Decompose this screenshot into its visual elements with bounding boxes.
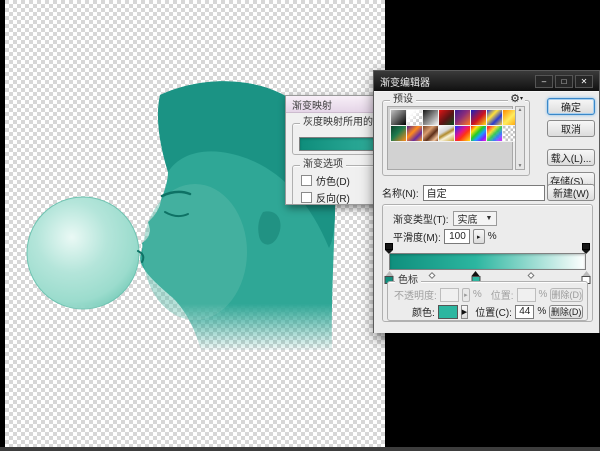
gradient-preset-copper[interactable] — [423, 126, 438, 141]
delete-opacity-button: 删除(D) — [550, 288, 583, 302]
opacity-percent: % — [473, 289, 482, 300]
cancel-button[interactable]: 取消 — [547, 120, 595, 137]
ok-button[interactable]: 确定 — [547, 98, 595, 115]
opacity-label: 不透明度: — [394, 287, 437, 302]
window-bottom-edge — [0, 447, 600, 451]
gradient-preset-foreground-to-background[interactable] — [391, 110, 406, 125]
gradient-map-title: 渐变映射 — [292, 97, 332, 112]
dither-label: 仿色(D) — [316, 173, 350, 188]
dither-checkbox[interactable] — [301, 175, 312, 186]
stops-group: 色标 不透明度: ▸ % 位置: % 删除(D) 颜色: ▶ — [387, 281, 588, 321]
stops-group-label: 色标 — [395, 275, 421, 287]
color-swatch[interactable] — [438, 305, 458, 319]
name-row: 名称(N): 自定 新建(W) — [382, 184, 595, 201]
smoothness-label: 平滑度(M): — [393, 229, 441, 244]
gradient-settings-group: 渐变类型(T): 实底 ▼ 平滑度(M): 100 ▸ % — [382, 204, 593, 322]
location-c-label: 位置(C): — [475, 304, 512, 319]
scroll-down-icon[interactable]: ▼ — [518, 163, 523, 169]
dither-checkbox-row[interactable]: 仿色(D) — [301, 173, 350, 188]
gradient-preset-violet-orange[interactable] — [455, 110, 470, 125]
close-icon[interactable]: ✕ — [575, 75, 593, 88]
scroll-up-icon[interactable]: ▲ — [518, 107, 523, 113]
reverse-label: 反向(R) — [316, 190, 350, 205]
smoothness-spinner-icon[interactable]: ▸ — [473, 229, 485, 244]
presets-scrollbar[interactable]: ▲ ▼ — [515, 106, 525, 170]
gradient-preset-violet-orange-stripe[interactable] — [407, 126, 422, 141]
gradient-preset-blue-yellow-blue[interactable] — [487, 110, 502, 125]
gradient-preset-rainbow[interactable] — [471, 126, 486, 141]
location-input[interactable]: 44 — [515, 305, 534, 319]
dialog-buttons: 确定 取消 载入(L)... 存储(S)... — [547, 98, 595, 189]
delete-color-button[interactable]: 删除(D) — [549, 305, 583, 319]
gradient-preview-bar[interactable] — [389, 253, 586, 270]
smoothness-row: 平滑度(M): 100 ▸ % — [393, 229, 497, 244]
gradient-type-row: 渐变类型(T): 实底 ▼ — [393, 211, 497, 226]
color-flyout-icon[interactable]: ▶ — [461, 305, 469, 319]
gradient-preset-chrome[interactable] — [439, 126, 454, 141]
opacity-stop-row: 不透明度: ▸ % 位置: % 删除(D) — [394, 287, 583, 302]
gradient-editor-title: 渐变编辑器 — [380, 74, 533, 89]
minimize-icon[interactable]: – — [535, 75, 553, 88]
maximize-icon[interactable]: □ — [555, 75, 573, 88]
location-input-disabled — [517, 288, 536, 302]
gradient-type-label: 渐变类型(T): — [393, 211, 449, 226]
face-highlight — [143, 184, 247, 320]
preset-grid — [391, 110, 509, 141]
opacity-input — [440, 288, 459, 302]
color-stop-row: 颜色: ▶ 位置(C): 44 % 删除(D) — [394, 304, 583, 319]
color-label: 颜色: — [412, 304, 435, 319]
gradient-preset-transparent-rainbow[interactable] — [487, 126, 502, 141]
photoshop-workspace: 渐变映射 灰度映射所用的渐变 渐变选项 仿色(D) 反向(R) 渐 — [0, 0, 600, 451]
gradient-preset-spectrum-blue-red-yellow[interactable] — [455, 126, 470, 141]
new-button[interactable]: 新建(W) — [547, 184, 595, 201]
gradient-type-value: 实底 — [458, 211, 478, 226]
location-percent: % — [537, 306, 546, 317]
name-label: 名称(N): — [382, 185, 419, 200]
gradient-preset-black-white[interactable] — [423, 110, 438, 125]
chevron-down-icon: ▼ — [486, 215, 493, 222]
opacity-stops-row[interactable] — [389, 243, 586, 253]
gradient-type-select[interactable]: 实底 ▼ — [453, 211, 498, 226]
photo-layer — [5, 0, 385, 447]
gear-icon[interactable]: ⚙▾ — [508, 93, 525, 106]
reverse-checkbox[interactable] — [301, 192, 312, 203]
document-canvas[interactable] — [5, 0, 385, 447]
midpoint-marker[interactable] — [429, 272, 436, 279]
location-percent-disabled: % — [539, 289, 548, 300]
preset-list — [387, 106, 513, 170]
gradient-editor-titlebar[interactable]: 渐变编辑器 – □ ✕ — [374, 71, 599, 91]
map-options-group-label: 渐变选项 — [300, 159, 346, 171]
presets-group: 预设 ⚙▾ ▲ ▼ — [382, 100, 530, 176]
location-label-disabled: 位置: — [491, 287, 514, 302]
midpoint-marker[interactable] — [527, 272, 534, 279]
gradient-preset-red-green[interactable] — [439, 110, 454, 125]
opacity-spinner-icon: ▸ — [462, 288, 470, 302]
gradient-preset-foreground-to-transparent[interactable] — [407, 110, 422, 125]
smoothness-input[interactable]: 100 — [444, 229, 470, 244]
gradient-editor-dialog: 渐变编辑器 – □ ✕ 预设 ⚙▾ ▲ ▼ 确定 取消 — [373, 70, 600, 333]
reverse-checkbox-row[interactable]: 反向(R) — [301, 190, 350, 205]
presets-label: 预设 — [390, 94, 416, 106]
load-button[interactable]: 载入(L)... — [547, 149, 595, 166]
gradient-preset-blue-red-yellow[interactable] — [471, 110, 486, 125]
smoothness-percent: % — [488, 231, 497, 242]
name-input[interactable]: 自定 — [423, 185, 545, 201]
gradient-preset-green-orange[interactable] — [391, 126, 406, 141]
bubble-shape — [27, 197, 139, 309]
